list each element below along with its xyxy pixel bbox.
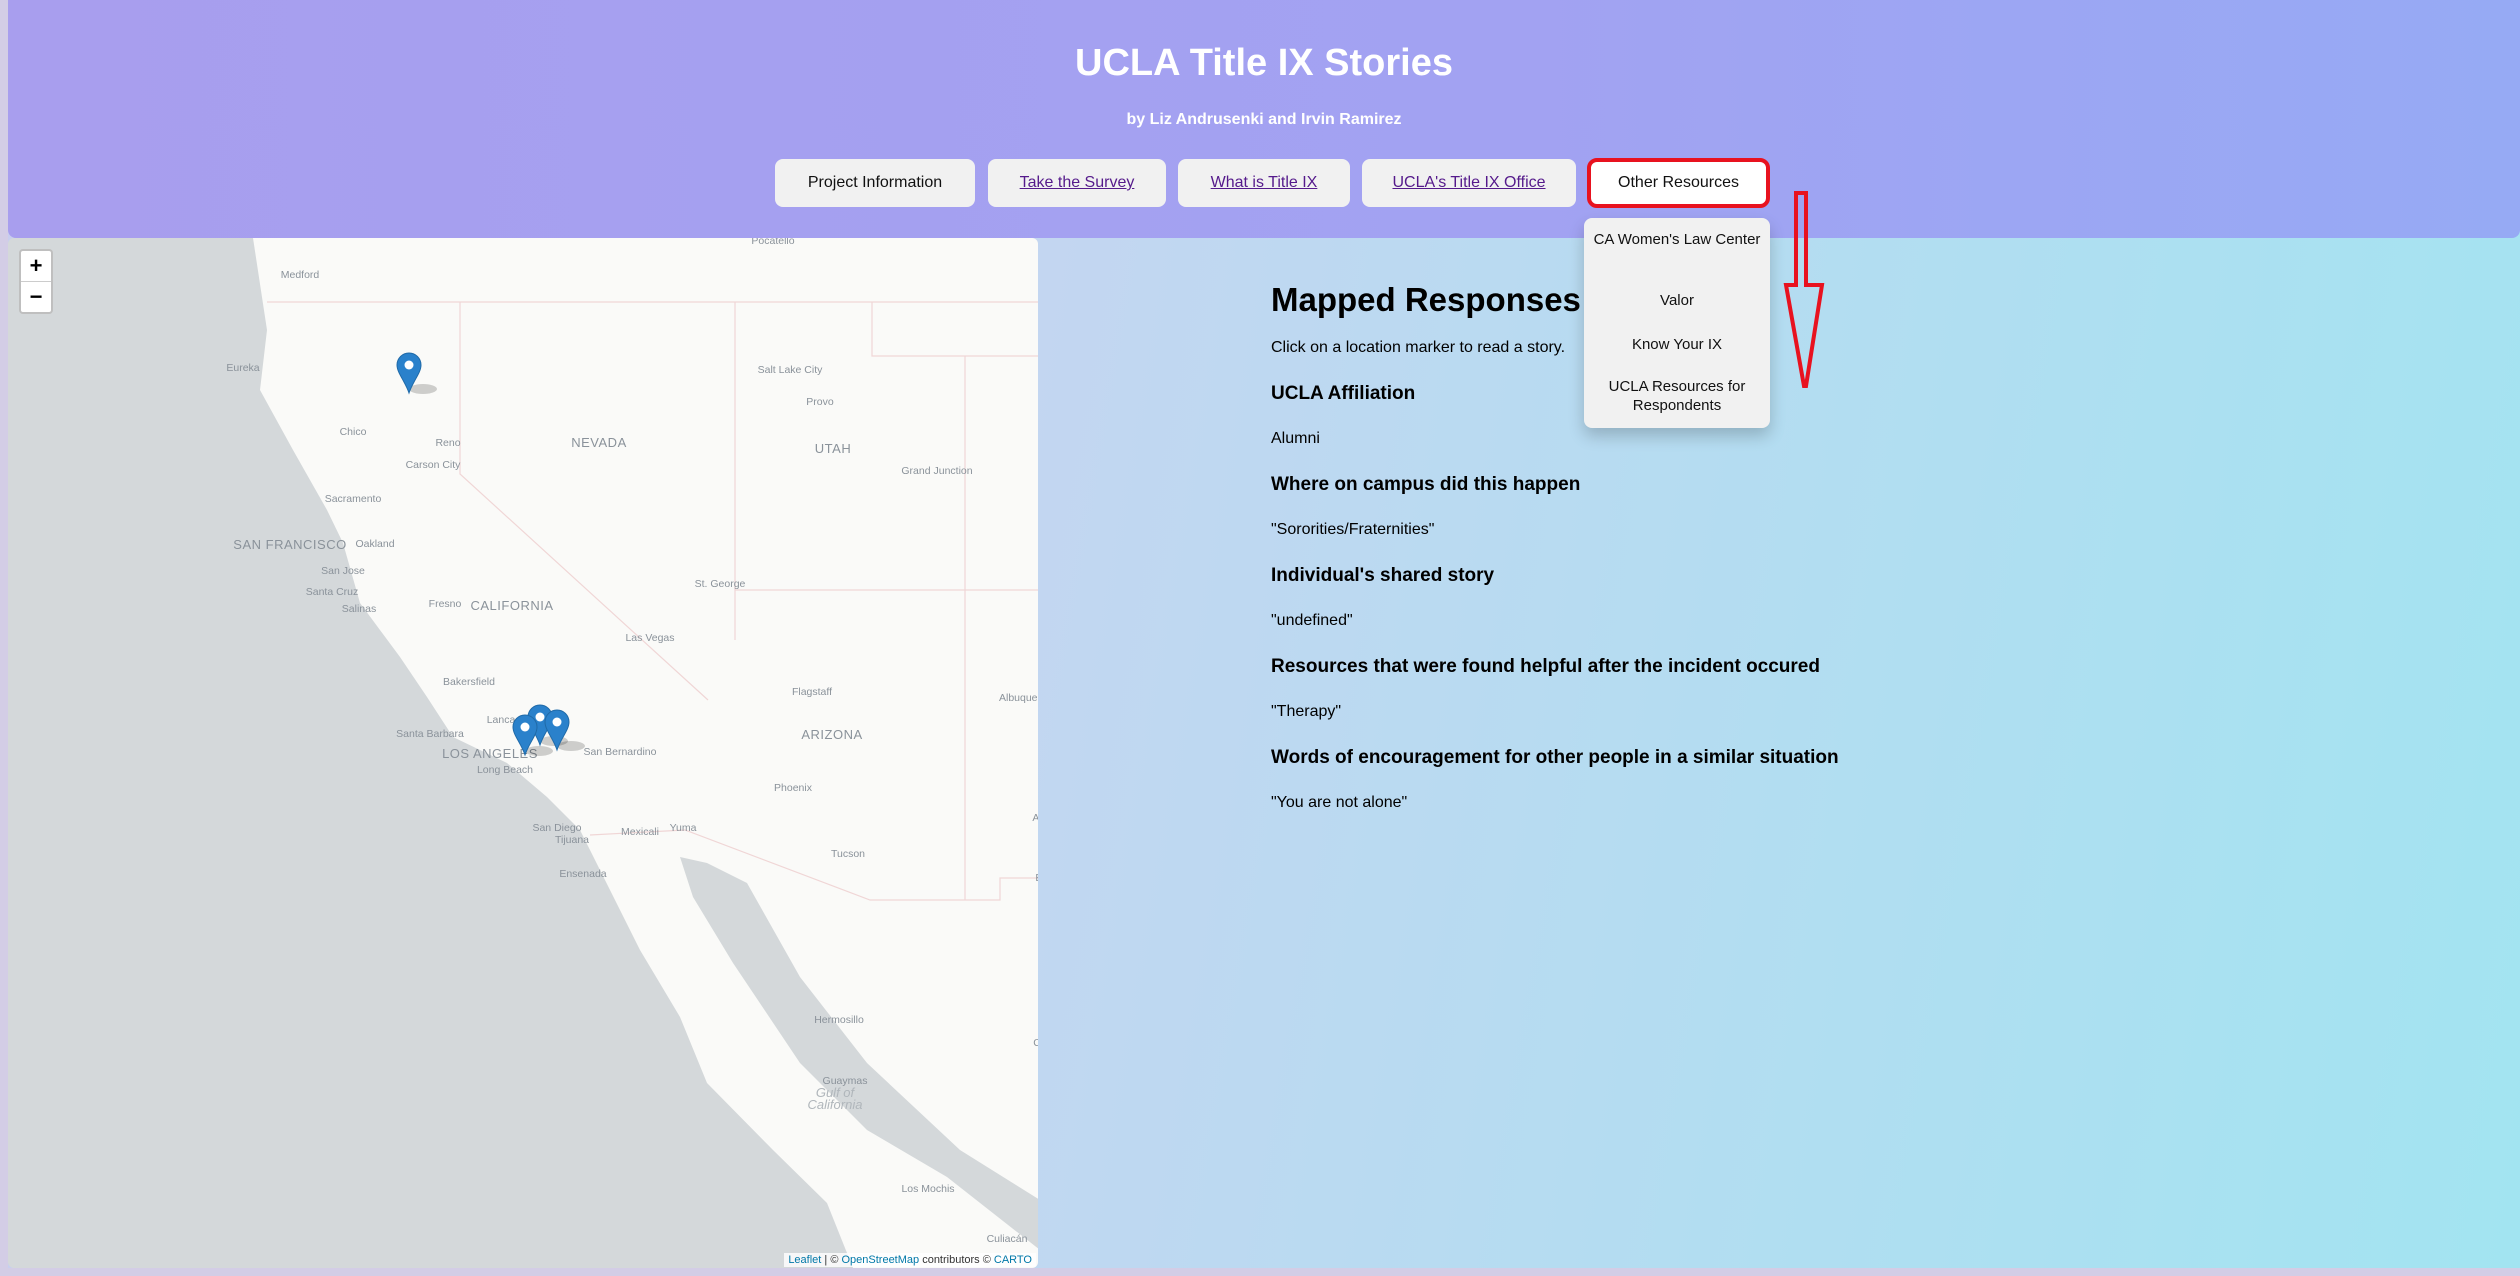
attrib-text: | © (821, 1254, 842, 1266)
map-label: Salinas (342, 603, 376, 615)
field-label: Where on campus did this happen (1271, 473, 1581, 495)
map-label: San Jose (321, 565, 365, 577)
dropdown-item-ca-womens-law-center[interactable]: CA Women's Law Center (1584, 230, 1770, 249)
map-label: Al (1032, 812, 1038, 824)
field-label: Individual's shared story (1271, 564, 1495, 586)
map-label: Salt Lake City (758, 364, 824, 376)
map-label: Santa Barbara (396, 728, 464, 740)
nav-ucla-title-ix-office[interactable]: UCLA's Title IX Office (1362, 159, 1576, 207)
map-label: Ch (1033, 1037, 1038, 1049)
nav-label: Project Information (807, 174, 943, 191)
attrib-text: contributors © (919, 1254, 994, 1266)
zoom-in-button[interactable]: + (21, 251, 51, 281)
map-label: Culiacán (987, 1233, 1028, 1245)
field-value: Alumni (1271, 430, 1320, 447)
map-label: CALIFORNIA (470, 598, 553, 613)
field-label: UCLA Affiliation (1271, 382, 1416, 404)
map-label: California (808, 1097, 863, 1112)
map-label: Fresno (429, 598, 462, 610)
map-label: Phoenix (774, 782, 813, 794)
map-label: SAN FRANCISCO (233, 537, 346, 552)
map-label: San Bernardino (584, 746, 657, 758)
map-label: Los Mochis (901, 1183, 954, 1195)
map-label: Santa Cruz (306, 586, 359, 598)
map-label: San Diego (532, 822, 581, 834)
map-label: Provo (806, 396, 834, 408)
page-subtitle: by Liz Andrusenki and Irvin Ramirez (1126, 111, 1402, 128)
map-label: Reno (435, 437, 460, 449)
zoom-control: + − (19, 249, 53, 314)
field-value: "Sororities/Fraternities" (1271, 521, 1435, 538)
map-label: St. George (695, 578, 746, 590)
field-value: "undefined" (1271, 612, 1353, 629)
map-tiles[interactable]: Pocatello Medford Eureka Salt Lake City Prov… (8, 238, 1038, 1268)
nav-link[interactable]: UCLA's Title IX Office (1392, 174, 1545, 192)
map-label: Flagstaff (792, 686, 832, 698)
nav-link[interactable]: What is Title IX (1211, 174, 1318, 192)
map-label: Yuma (670, 822, 697, 834)
map-attribution: Leaflet | © OpenStreetMap contributors ©… (784, 1253, 1036, 1267)
leaflet-link[interactable]: Leaflet (788, 1254, 821, 1266)
map-label: Ensenada (559, 868, 606, 880)
nav-other-resources[interactable]: Other Resources (1587, 158, 1770, 208)
map-label: El (1035, 872, 1038, 884)
map-label: Pocatello (751, 238, 794, 247)
map-label: ARIZONA (801, 727, 862, 742)
map-label: Hermosillo (814, 1014, 864, 1026)
map-label: Carson City (406, 459, 462, 471)
nav-label: Other Resources (1618, 174, 1739, 191)
map-label: Grand Junction (901, 465, 972, 477)
map-label: Tijuana (555, 834, 589, 846)
mapped-responses-panel: Mapped Responses Click on a location mar… (1271, 280, 1971, 837)
osm-link[interactable]: OpenStreetMap (841, 1254, 919, 1266)
page-title: UCLA Title IX Stories (1075, 42, 1453, 84)
map-label: Sacramento (325, 493, 382, 505)
nav-link[interactable]: Take the Survey (1020, 174, 1135, 192)
map-label: Las Vegas (625, 632, 674, 644)
map-label: Tucson (831, 848, 865, 860)
field-value: "Therapy" (1271, 703, 1342, 720)
map-label: Bakersfield (443, 676, 495, 688)
map-label: Eureka (226, 362, 259, 374)
section-title: Mapped Responses (1271, 281, 1581, 318)
field-label: Resources that were found helpful after … (1271, 655, 1820, 677)
map-label: Mexicali (621, 826, 659, 838)
map-label: Long Beach (477, 764, 533, 776)
map-label: Albuquer (999, 692, 1038, 704)
map-label: NEVADA (571, 435, 627, 450)
map-label: Oakland (355, 538, 394, 550)
carto-link[interactable]: CARTO (994, 1254, 1032, 1266)
field-label: Words of encouragement for other people … (1271, 746, 1839, 768)
map-label: Medford (281, 269, 320, 281)
map-label: Lanca (487, 714, 516, 726)
nav-what-is-title-ix[interactable]: What is Title IX (1178, 159, 1350, 207)
field-value: "You are not alone" (1271, 794, 1408, 811)
nav-project-information[interactable]: Project Information (775, 159, 975, 207)
map-label: Chico (340, 426, 367, 438)
map[interactable]: Pocatello Medford Eureka Salt Lake City Prov… (8, 238, 1038, 1268)
map-label: UTAH (815, 441, 851, 456)
nav-take-survey[interactable]: Take the Survey (988, 159, 1166, 207)
instruction-text: Click on a location marker to read a sto… (1271, 339, 1566, 356)
zoom-out-button[interactable]: − (21, 281, 51, 312)
